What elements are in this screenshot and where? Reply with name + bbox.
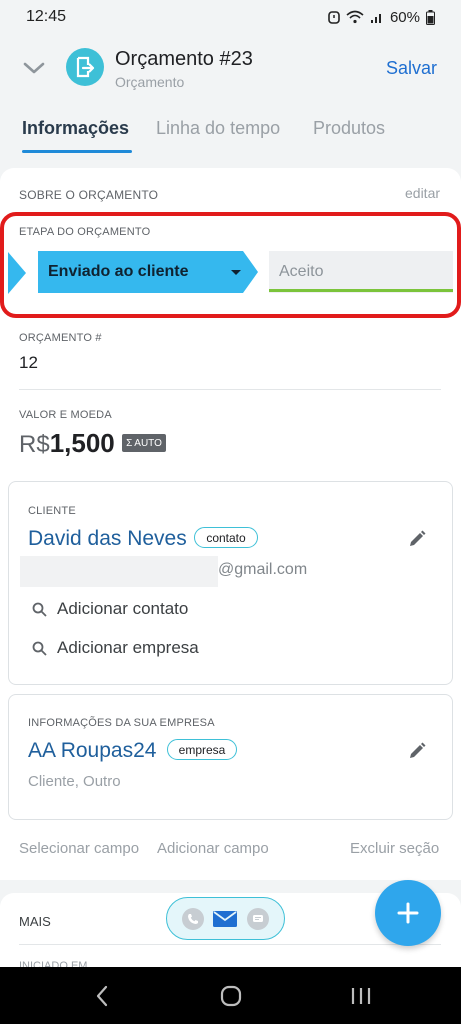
section-title: SOBRE O ORÇAMENTO: [19, 188, 159, 202]
document-export-icon: [66, 48, 104, 86]
stage-next[interactable]: Aceito: [269, 251, 453, 293]
search-icon: [32, 602, 47, 617]
stage-next-label: Aceito: [279, 263, 324, 280]
client-name-link[interactable]: David das Neves: [28, 527, 187, 551]
quote-value: R$1,500: [19, 428, 115, 459]
auto-badge-label: AUTO: [134, 437, 162, 449]
quote-number-label: ORÇAMENTO #: [19, 332, 102, 344]
tab-linha-do-tempo[interactable]: Linha do tempo: [156, 118, 280, 139]
home-icon[interactable]: [217, 983, 245, 1009]
add-company-label: Adicionar empresa: [57, 638, 199, 657]
edit-client-pencil-icon[interactable]: [407, 529, 427, 549]
app-header: Orçamento #23 Orçamento Salvar: [0, 34, 461, 108]
system-navigation-bar: [0, 967, 461, 1024]
select-field-link[interactable]: Selecionar campo: [19, 840, 139, 857]
company-label: INFORMAÇÕES DA SUA EMPRESA: [28, 717, 215, 729]
signal-icon: [370, 10, 384, 24]
collapse-chevron-icon[interactable]: [22, 56, 46, 80]
dropdown-caret-icon: [231, 270, 241, 275]
active-tab-indicator: [22, 150, 132, 153]
tab-bar: Informações Linha do tempo Produtos: [0, 108, 461, 158]
more-section-title: MAIS: [19, 914, 51, 929]
tab-produtos[interactable]: Produtos: [313, 118, 385, 139]
add-fab-button[interactable]: [375, 880, 441, 946]
email-icon[interactable]: [213, 910, 238, 927]
status-time: 12:45: [26, 8, 67, 25]
value-label: VALOR E MOEDA: [19, 409, 112, 421]
stage-current-dropdown[interactable]: Enviado ao cliente: [38, 251, 258, 293]
search-icon: [32, 641, 47, 656]
battery-icon: [426, 9, 435, 25]
battery-percent: 60%: [389, 8, 420, 26]
sigma-icon: Σ: [126, 437, 133, 449]
page-subtitle: Orçamento: [115, 74, 185, 90]
stage-label: ETAPA DO ORÇAMENTO: [19, 226, 151, 238]
amount-value: 1,500: [49, 428, 115, 458]
edit-link[interactable]: editar: [405, 185, 440, 201]
divider: [19, 389, 441, 390]
sms-icon[interactable]: [247, 907, 270, 930]
save-button[interactable]: Salvar: [386, 58, 437, 79]
currency-symbol: R$: [19, 431, 50, 458]
redacted-email: [20, 556, 218, 587]
quote-number-value: 12: [19, 353, 38, 372]
communication-toolbar: [166, 897, 285, 940]
add-field-link[interactable]: Adicionar campo: [157, 840, 269, 857]
client-email-domain: @gmail.com: [218, 561, 308, 578]
add-company-button[interactable]: Adicionar empresa: [32, 638, 199, 658]
tab-informacoes[interactable]: Informações: [22, 118, 129, 139]
stage-previous-arrow[interactable]: [8, 252, 26, 294]
status-icons: 60%: [328, 9, 435, 26]
company-chip: empresa: [167, 739, 237, 760]
contact-chip: contato: [194, 527, 258, 548]
edit-company-pencil-icon[interactable]: [407, 741, 427, 761]
recent-apps-icon[interactable]: [347, 983, 375, 1009]
plus-icon: [397, 902, 419, 924]
add-contact-label: Adicionar contato: [57, 599, 189, 618]
client-label: CLIENTE: [28, 505, 76, 517]
divider: [19, 944, 441, 945]
status-bar: 12:45 60%: [0, 0, 461, 34]
back-icon[interactable]: [88, 983, 116, 1009]
stage-next-progress-bar: [269, 289, 453, 292]
add-contact-button[interactable]: Adicionar contato: [32, 599, 188, 619]
wifi-icon: [346, 10, 364, 24]
phone-icon[interactable]: [181, 907, 204, 930]
auto-sum-badge: Σ AUTO: [122, 434, 166, 452]
alarm-icon: [328, 10, 340, 24]
company-name-link[interactable]: AA Roupas24: [28, 739, 156, 763]
page-title: Orçamento #23: [115, 48, 253, 70]
delete-section-link[interactable]: Excluir seção: [350, 840, 439, 857]
company-subtitle: Cliente, Outro: [28, 773, 121, 790]
stage-current-label: Enviado ao cliente: [48, 263, 189, 280]
